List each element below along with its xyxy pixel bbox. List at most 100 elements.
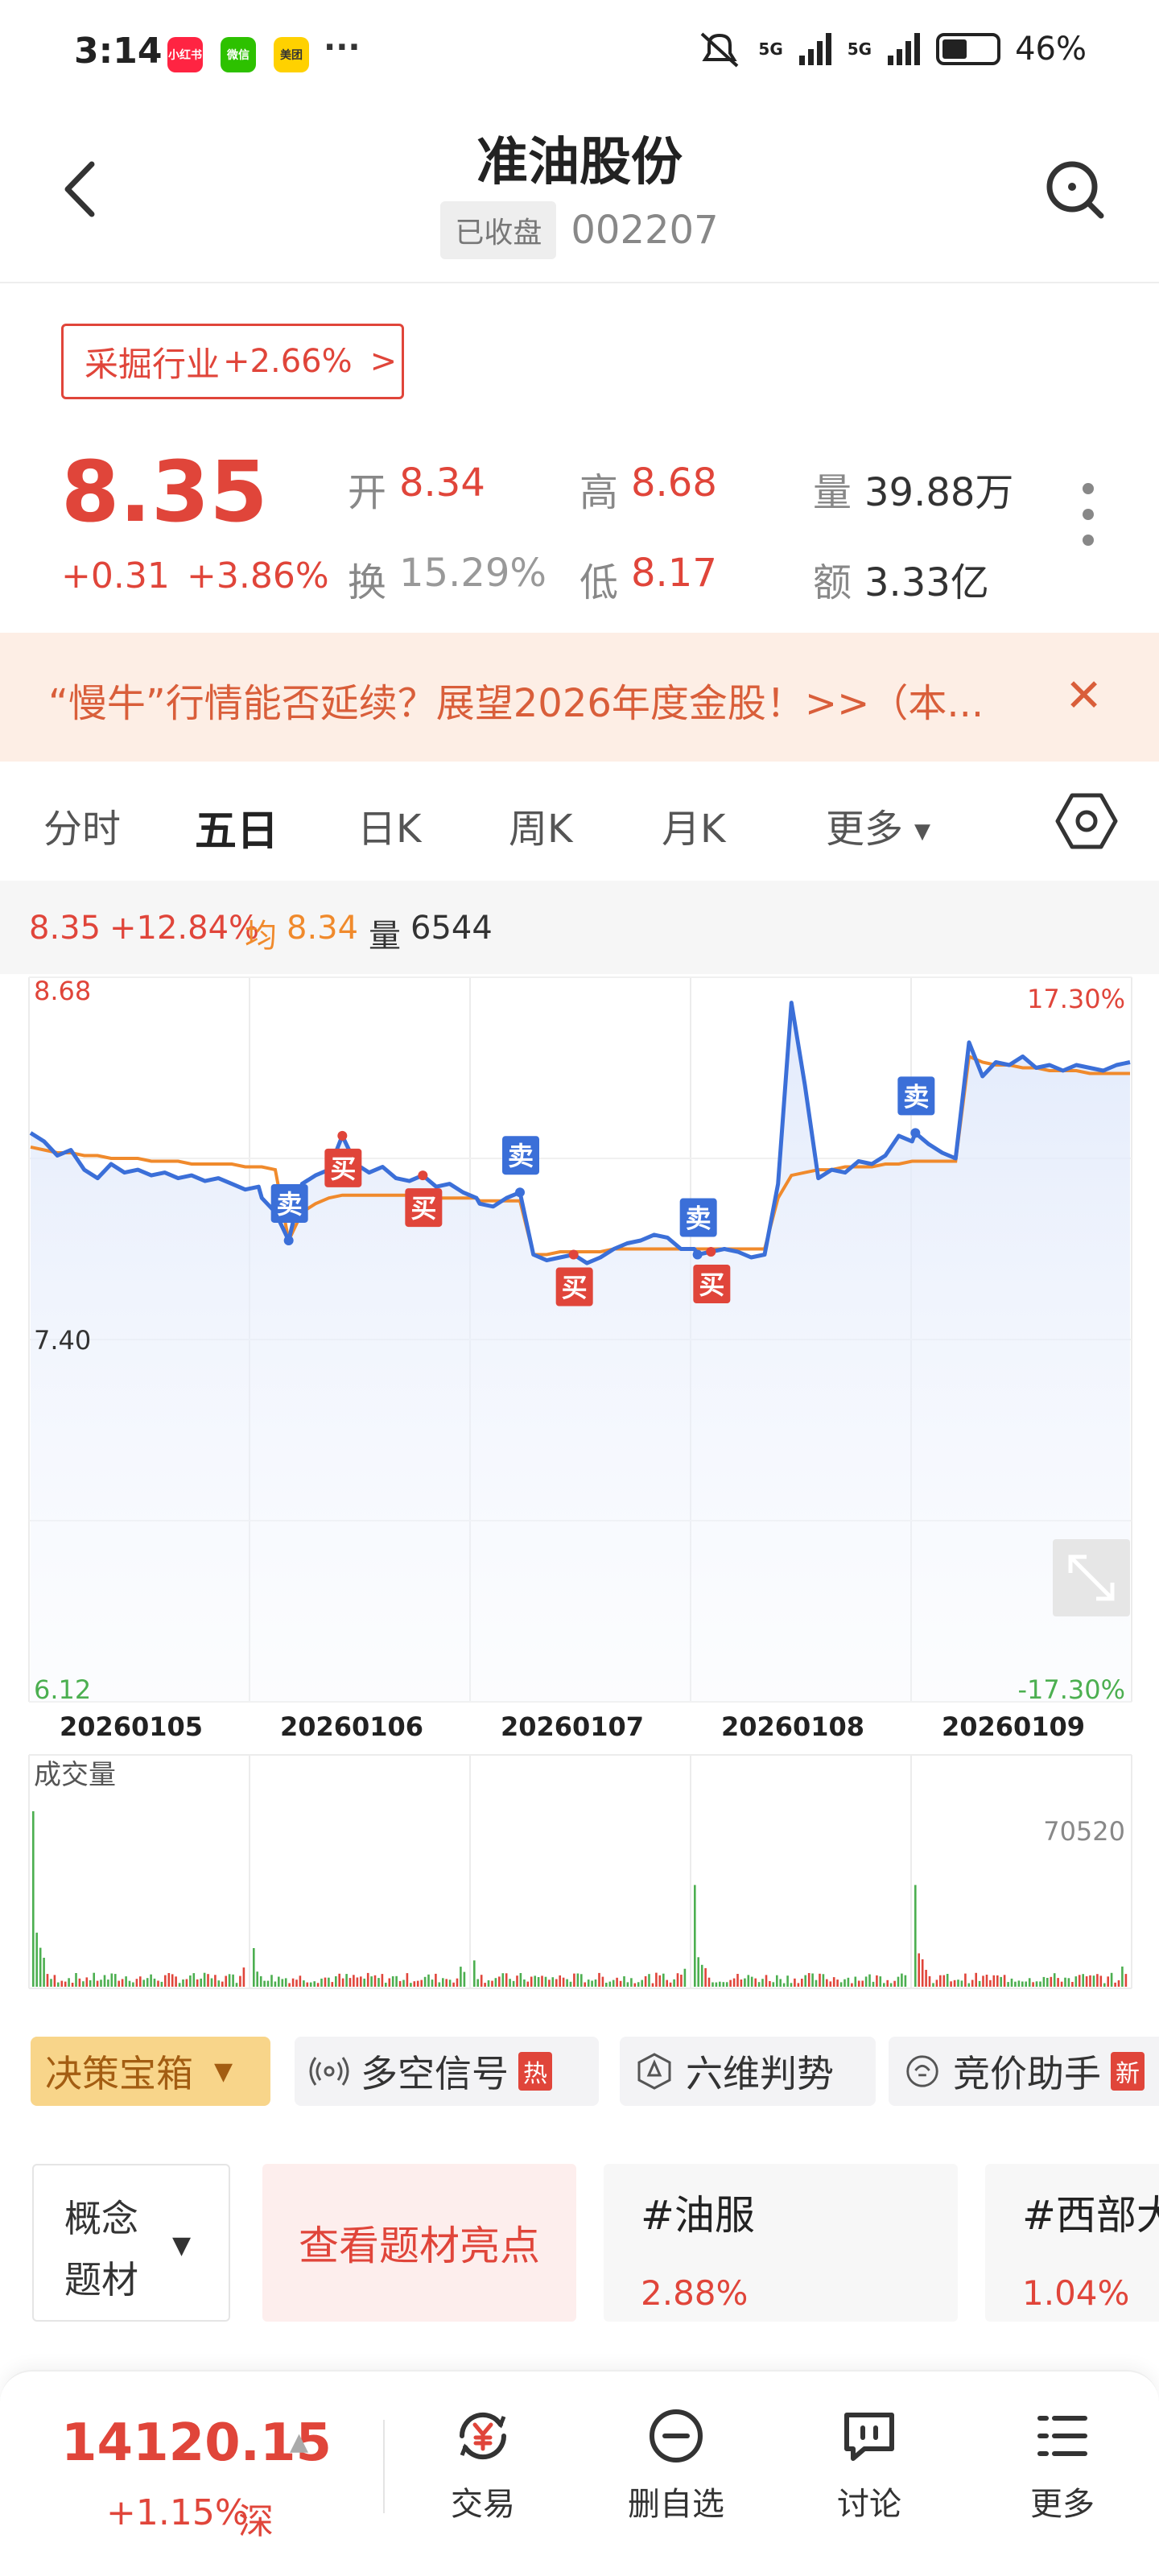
svg-text:买: 买: [410, 1193, 436, 1224]
volume-bar: [85, 1977, 89, 1987]
volume-bar: [473, 1960, 476, 1987]
topic-card[interactable]: #油服 2.88%: [604, 2164, 958, 2322]
volume-bar: [303, 1980, 305, 1987]
volume-bar: [964, 1973, 967, 1987]
six-dimension-button[interactable]: 六维判势: [620, 2037, 876, 2106]
volume-bar: [210, 1978, 213, 1987]
banner-text: “慢牛”行情能否延续？展望2026年度金股！>>（本...: [48, 681, 984, 726]
volume-bar: [761, 1979, 764, 1987]
volume-bar: [587, 1979, 590, 1987]
volume-bar: [93, 1972, 95, 1987]
view-topic-highlights-button[interactable]: 查看题材亮点: [262, 2164, 576, 2322]
more-options-icon[interactable]: [1079, 483, 1098, 547]
volume-bar: [950, 1981, 952, 1987]
volume-bar: [1057, 1978, 1059, 1987]
volume-bar: [626, 1982, 629, 1987]
tab-intraday[interactable]: 分时: [43, 797, 121, 853]
volume-bar: [1124, 1974, 1128, 1987]
more-button[interactable]: 更多: [998, 2404, 1127, 2524]
volume-bar: [655, 1972, 658, 1987]
volume-bar: [82, 1981, 85, 1987]
volume-bar: [697, 1957, 699, 1987]
trade-button[interactable]: 交易: [419, 2404, 547, 2524]
volume-bar: [935, 1979, 938, 1987]
volume-bar: [501, 1973, 505, 1987]
volume-title: 成交量: [34, 1759, 116, 1791]
volume-bar: [598, 1972, 600, 1987]
signals-button[interactable]: 多空信号热: [295, 2037, 599, 2106]
volume-bar: [1046, 1978, 1049, 1987]
volume-bar: [779, 1979, 782, 1987]
expand-icon[interactable]: [1053, 1539, 1130, 1616]
auction-assistant-button[interactable]: 竞价助手新: [889, 2037, 1159, 2106]
volume-bar: [192, 1973, 196, 1987]
volume-bar: [978, 1980, 981, 1987]
volume-bar: [1010, 1978, 1013, 1987]
volume-bar: [815, 1979, 818, 1987]
industry-tag[interactable]: 采掘行业 +2.66% >: [61, 324, 404, 399]
sell-marker: 卖: [502, 1136, 539, 1198]
volume-bar: [861, 1980, 864, 1987]
volume-bar: [118, 1980, 120, 1987]
volume-bar: [263, 1980, 266, 1987]
x-tick-label: 20260108: [721, 1711, 864, 1742]
remove-watchlist-button[interactable]: 删自选: [612, 2404, 740, 2524]
volume-bar: [732, 1978, 736, 1987]
volume-bar: [744, 1978, 746, 1987]
info-price: 8.35: [29, 910, 101, 947]
volume-bar: [266, 1980, 270, 1987]
decision-box-button[interactable]: 决策宝箱 ▼: [31, 2037, 270, 2106]
volume-bar: [324, 1977, 327, 1987]
volume-bar: [851, 1983, 853, 1987]
signal-icon: [798, 33, 831, 65]
discuss-button[interactable]: 讨论: [805, 2404, 934, 2524]
volume-bar: [1089, 1975, 1091, 1987]
tab-more[interactable]: 更多 ▼: [826, 797, 930, 853]
volume-bar: [566, 1979, 568, 1987]
volume-bar: [416, 1980, 419, 1987]
minus-circle-icon: [650, 2409, 703, 2462]
topic-label: 题材: [64, 2258, 138, 2301]
volume-bar: [523, 1979, 526, 1987]
volume-bar: [456, 1978, 459, 1987]
volume-bar: [736, 1974, 739, 1987]
volume-bar: [960, 1980, 963, 1987]
tab-weekly-k[interactable]: 周K: [509, 797, 572, 853]
volume-bar: [182, 1979, 184, 1987]
volume-bar: [580, 1974, 583, 1987]
search-icon[interactable]: [1038, 153, 1111, 225]
volume-bar: [142, 1979, 145, 1987]
volume-bar: [847, 1977, 850, 1987]
promo-banner[interactable]: “慢牛”行情能否延续？展望2026年度金股！>>（本... ✕: [0, 633, 1159, 762]
status-time: 3:14: [74, 31, 163, 72]
five-day-chart[interactable]: 卖买买卖买卖买卖 8.68 7.40 6.12 17.30% -17.30% 2…: [0, 974, 1159, 1996]
sell-marker: 卖: [897, 1076, 935, 1138]
topic-name: #西部大开发: [1022, 2192, 1159, 2239]
volume-bar: [398, 1981, 402, 1987]
concept-selector[interactable]: 概念 题材 ▼: [32, 2164, 230, 2322]
close-icon[interactable]: ✕: [1065, 670, 1103, 722]
market-label: 深: [238, 2501, 274, 2542]
tab-monthly-k[interactable]: 月K: [662, 797, 725, 853]
volume-bar: [484, 1983, 486, 1987]
volume-bar: [526, 1981, 530, 1987]
status-bar: 3:14 小红书 微信 美团 ··· 5G 5G 46%: [0, 0, 1159, 105]
volume-bar: [530, 1976, 533, 1987]
current-price: 8.35: [61, 443, 268, 541]
caret-down-icon: ▼: [214, 2057, 233, 2086]
volume-bar: [711, 1982, 714, 1987]
tab-five-day[interactable]: 五日: [195, 797, 278, 857]
volume-bar: [804, 1975, 806, 1987]
tab-daily-k[interactable]: 日K: [357, 797, 421, 853]
volume-bar: [50, 1979, 52, 1987]
volume-bar: [797, 1983, 800, 1987]
volume-bar: [291, 1978, 295, 1987]
topic-card[interactable]: #西部大开发 1.04%: [985, 2164, 1159, 2322]
volume-bar: [544, 1976, 547, 1987]
volume-bar: [1085, 1976, 1088, 1987]
volume-bar: [178, 1983, 181, 1987]
volume-bar: [132, 1982, 134, 1987]
chart-settings-icon[interactable]: [1054, 789, 1119, 853]
volume-bar: [989, 1979, 992, 1987]
battery-icon: [936, 33, 1001, 65]
